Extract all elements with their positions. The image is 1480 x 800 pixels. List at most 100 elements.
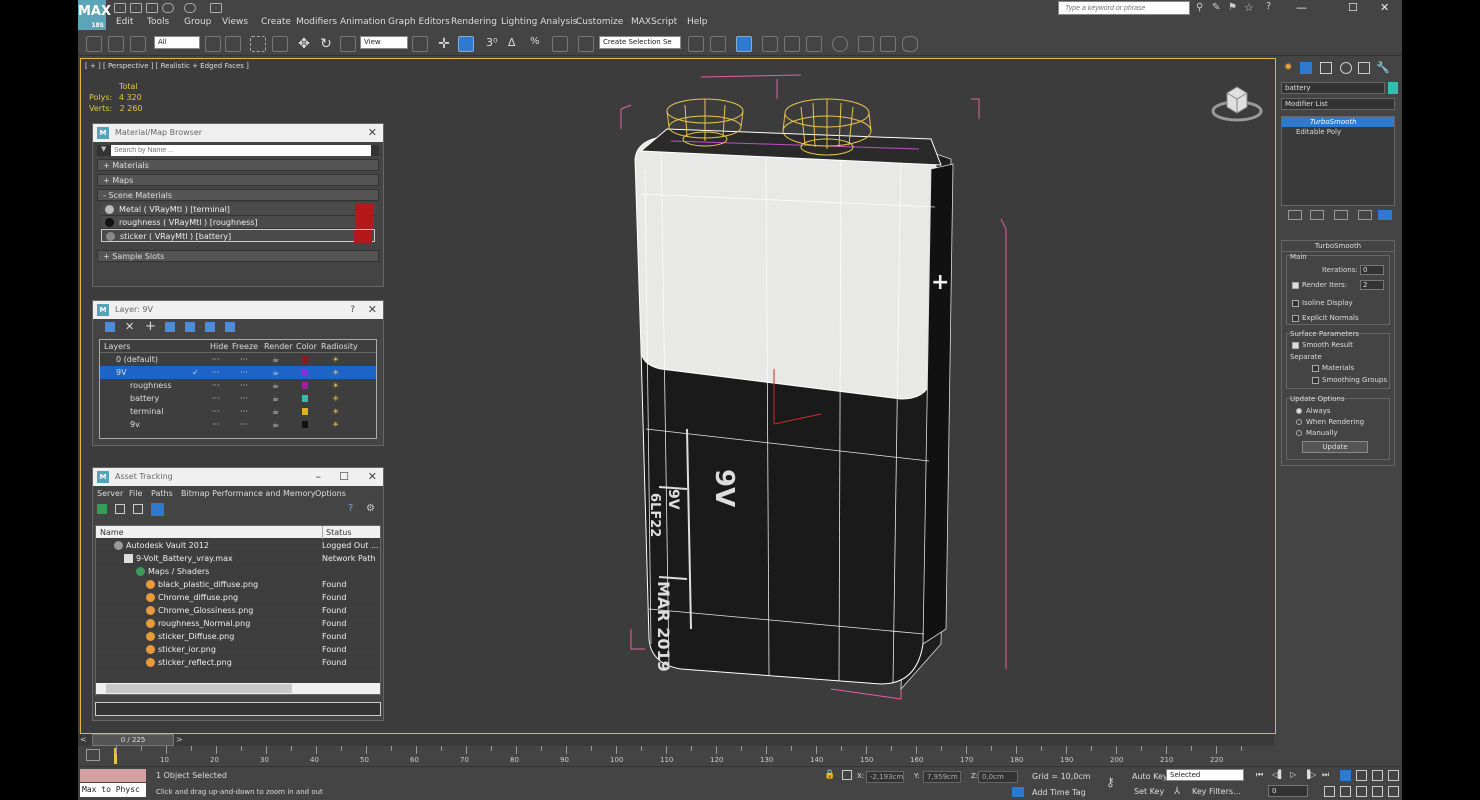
menu-views[interactable]: Views: [222, 17, 248, 27]
settings-icon[interactable]: ⚙: [366, 503, 375, 514]
project-folder-icon[interactable]: [210, 3, 222, 13]
modifier-list-dropdown[interactable]: Modifier List: [1281, 98, 1395, 110]
menu-customize[interactable]: Customize: [576, 17, 623, 27]
binoculars-icon[interactable]: ⚲: [1196, 2, 1203, 13]
battery-3d-model[interactable]: 9V 9V 6LF22 MAR 2019 +: [601, 69, 1041, 729]
time-slider-thumb[interactable]: 0 / 225: [92, 734, 174, 746]
open-file-icon[interactable]: [130, 3, 142, 13]
curve-editor-icon[interactable]: [784, 36, 800, 52]
render-iters-spinner[interactable]: 2: [1360, 280, 1384, 290]
iterations-spinner[interactable]: 0: [1360, 265, 1384, 275]
ref-coord-dropdown[interactable]: View: [360, 36, 408, 49]
smooth-result-checkbox[interactable]: [1292, 342, 1299, 349]
play-icon[interactable]: ▷: [1290, 770, 1296, 779]
previous-frame-icon[interactable]: ◁▌: [1272, 770, 1284, 779]
asset-row[interactable]: Autodesk Vault 2012 Logged Out ...: [96, 539, 380, 552]
help-icon[interactable]: ?: [1266, 1, 1271, 12]
material-item-roughness[interactable]: roughness ( VRayMtl ) [roughness]: [101, 216, 375, 229]
layer-row[interactable]: 9v ··· ··· ☕ ☀: [100, 418, 376, 431]
menu-animation[interactable]: Animation: [340, 17, 386, 27]
field-of-view-icon[interactable]: [1324, 786, 1335, 797]
pivot-center-icon[interactable]: [412, 36, 428, 52]
auto-key-selection-dropdown[interactable]: Selected: [1166, 769, 1244, 781]
undo-icon[interactable]: [162, 3, 174, 13]
remove-modifier-icon[interactable]: [1358, 210, 1372, 220]
refresh-icon[interactable]: [97, 504, 107, 514]
modify-tab-icon[interactable]: [1300, 62, 1312, 74]
hide-all-icon[interactable]: [205, 322, 215, 332]
toggle-ribbon-icon[interactable]: [762, 36, 778, 52]
material-search-bar[interactable]: ▼: [97, 145, 379, 156]
viewport-label[interactable]: [ + ] [ Perspective ] [ Realistic + Edge…: [85, 62, 249, 70]
asset-menu-paths[interactable]: Paths: [151, 489, 173, 498]
maximize-viewport-icon[interactable]: [1372, 786, 1383, 797]
menu-help[interactable]: Help: [687, 17, 708, 27]
layer-row[interactable]: roughness ··· ··· ☕ ☀: [100, 379, 376, 392]
menu-group[interactable]: Group: [184, 17, 211, 27]
scene-materials-rollout[interactable]: - Scene Materials: [97, 189, 379, 201]
select-object-icon[interactable]: [205, 36, 221, 52]
object-color-swatch[interactable]: [1388, 82, 1398, 94]
go-to-start-icon[interactable]: ⏮: [1256, 770, 1263, 780]
redo-icon[interactable]: [184, 3, 196, 13]
tools-icon[interactable]: ✎: [1212, 2, 1220, 13]
menu-lighting-analysis[interactable]: Lighting Analysis: [501, 17, 577, 27]
close-icon[interactable]: ✕: [368, 468, 377, 486]
layer-panel-titlebar[interactable]: M Layer: 9V? ✕: [93, 301, 383, 319]
asset-menu-bitmap[interactable]: Bitmap Performance and Memory: [181, 489, 316, 498]
rotate-icon[interactable]: ↻: [318, 36, 334, 52]
save-file-icon[interactable]: [146, 3, 158, 13]
asset-row[interactable]: sticker_reflect.png Found: [96, 656, 380, 669]
perspective-viewport[interactable]: [ + ] [ Perspective ] [ Realistic + Edge…: [80, 58, 1276, 734]
maximize-icon[interactable]: ☐: [339, 468, 349, 486]
x-coord-field[interactable]: -2,193cm: [866, 771, 904, 783]
materials-checkbox[interactable]: [1312, 365, 1319, 372]
current-frame-field[interactable]: 0: [1268, 785, 1308, 797]
pin-stack-icon[interactable]: [1288, 210, 1302, 220]
edit-named-selection-icon[interactable]: [578, 36, 594, 52]
asset-row[interactable]: 9-Volt_Battery_vray.max Network Path: [96, 552, 380, 565]
scale-icon[interactable]: [340, 36, 356, 52]
menu-graph-editors[interactable]: Graph Editors: [388, 17, 450, 27]
table-view-icon[interactable]: [151, 503, 164, 516]
asset-row[interactable]: Chrome_diffuse.png Found: [96, 591, 380, 604]
material-search-input[interactable]: [111, 145, 371, 156]
lock-selection-icon[interactable]: 🔒: [824, 770, 835, 780]
go-to-end-icon[interactable]: ⏭: [1322, 770, 1329, 780]
scrollbar-thumb[interactable]: [106, 684, 292, 693]
stack-item-editable-poly[interactable]: Editable Poly: [1282, 127, 1394, 137]
maxscript-mini-listener[interactable]: Max to Physc: [80, 783, 146, 797]
search-input[interactable]: [1058, 1, 1190, 15]
motion-tab-icon[interactable]: [1340, 62, 1352, 74]
configure-sets-icon[interactable]: [1378, 210, 1392, 220]
auto-key-button[interactable]: Auto Key: [1132, 772, 1168, 781]
new-file-icon[interactable]: [114, 3, 126, 13]
sample-slots-rollout[interactable]: + Sample Slots: [97, 250, 379, 262]
list-view-icon[interactable]: [115, 504, 125, 514]
pan-view-icon[interactable]: [1340, 786, 1351, 797]
set-key-button[interactable]: Set Key: [1134, 787, 1164, 796]
materials-rollout[interactable]: + Materials: [97, 159, 379, 171]
zoom-all-icon[interactable]: [1356, 770, 1367, 781]
material-item-metal[interactable]: Metal ( VRayMtl ) [terminal]: [101, 203, 375, 216]
highlight-layer-icon[interactable]: [185, 322, 195, 332]
maxscript-listener-pink[interactable]: [80, 769, 146, 782]
create-layer-icon[interactable]: [105, 322, 115, 332]
orbit-icon[interactable]: [1356, 786, 1367, 797]
asset-row[interactable]: black_plastic_diffuse.png Found: [96, 578, 380, 591]
render-production-icon[interactable]: [902, 36, 918, 52]
snap-3d-icon[interactable]: 3⁰: [486, 36, 502, 52]
time-tag-icon[interactable]: [1012, 787, 1024, 797]
menu-edit[interactable]: Edit: [116, 17, 133, 27]
bind-spacewarp-icon[interactable]: [130, 36, 146, 52]
material-browser-titlebar[interactable]: M Material/Map Browser ✕: [93, 124, 383, 142]
render-iters-checkbox[interactable]: [1292, 282, 1299, 289]
rendered-frame-window-icon[interactable]: [880, 36, 896, 52]
select-manipulate-icon[interactable]: ✛: [436, 36, 452, 52]
link-icon[interactable]: [86, 36, 102, 52]
asset-row[interactable]: sticker_ior.png Found: [96, 643, 380, 656]
add-time-tag[interactable]: Add Time Tag: [1032, 788, 1086, 797]
menu-rendering[interactable]: Rendering: [451, 17, 497, 27]
manually-radio[interactable]: [1296, 430, 1302, 436]
named-selection-dropdown[interactable]: Create Selection Se: [599, 36, 681, 49]
